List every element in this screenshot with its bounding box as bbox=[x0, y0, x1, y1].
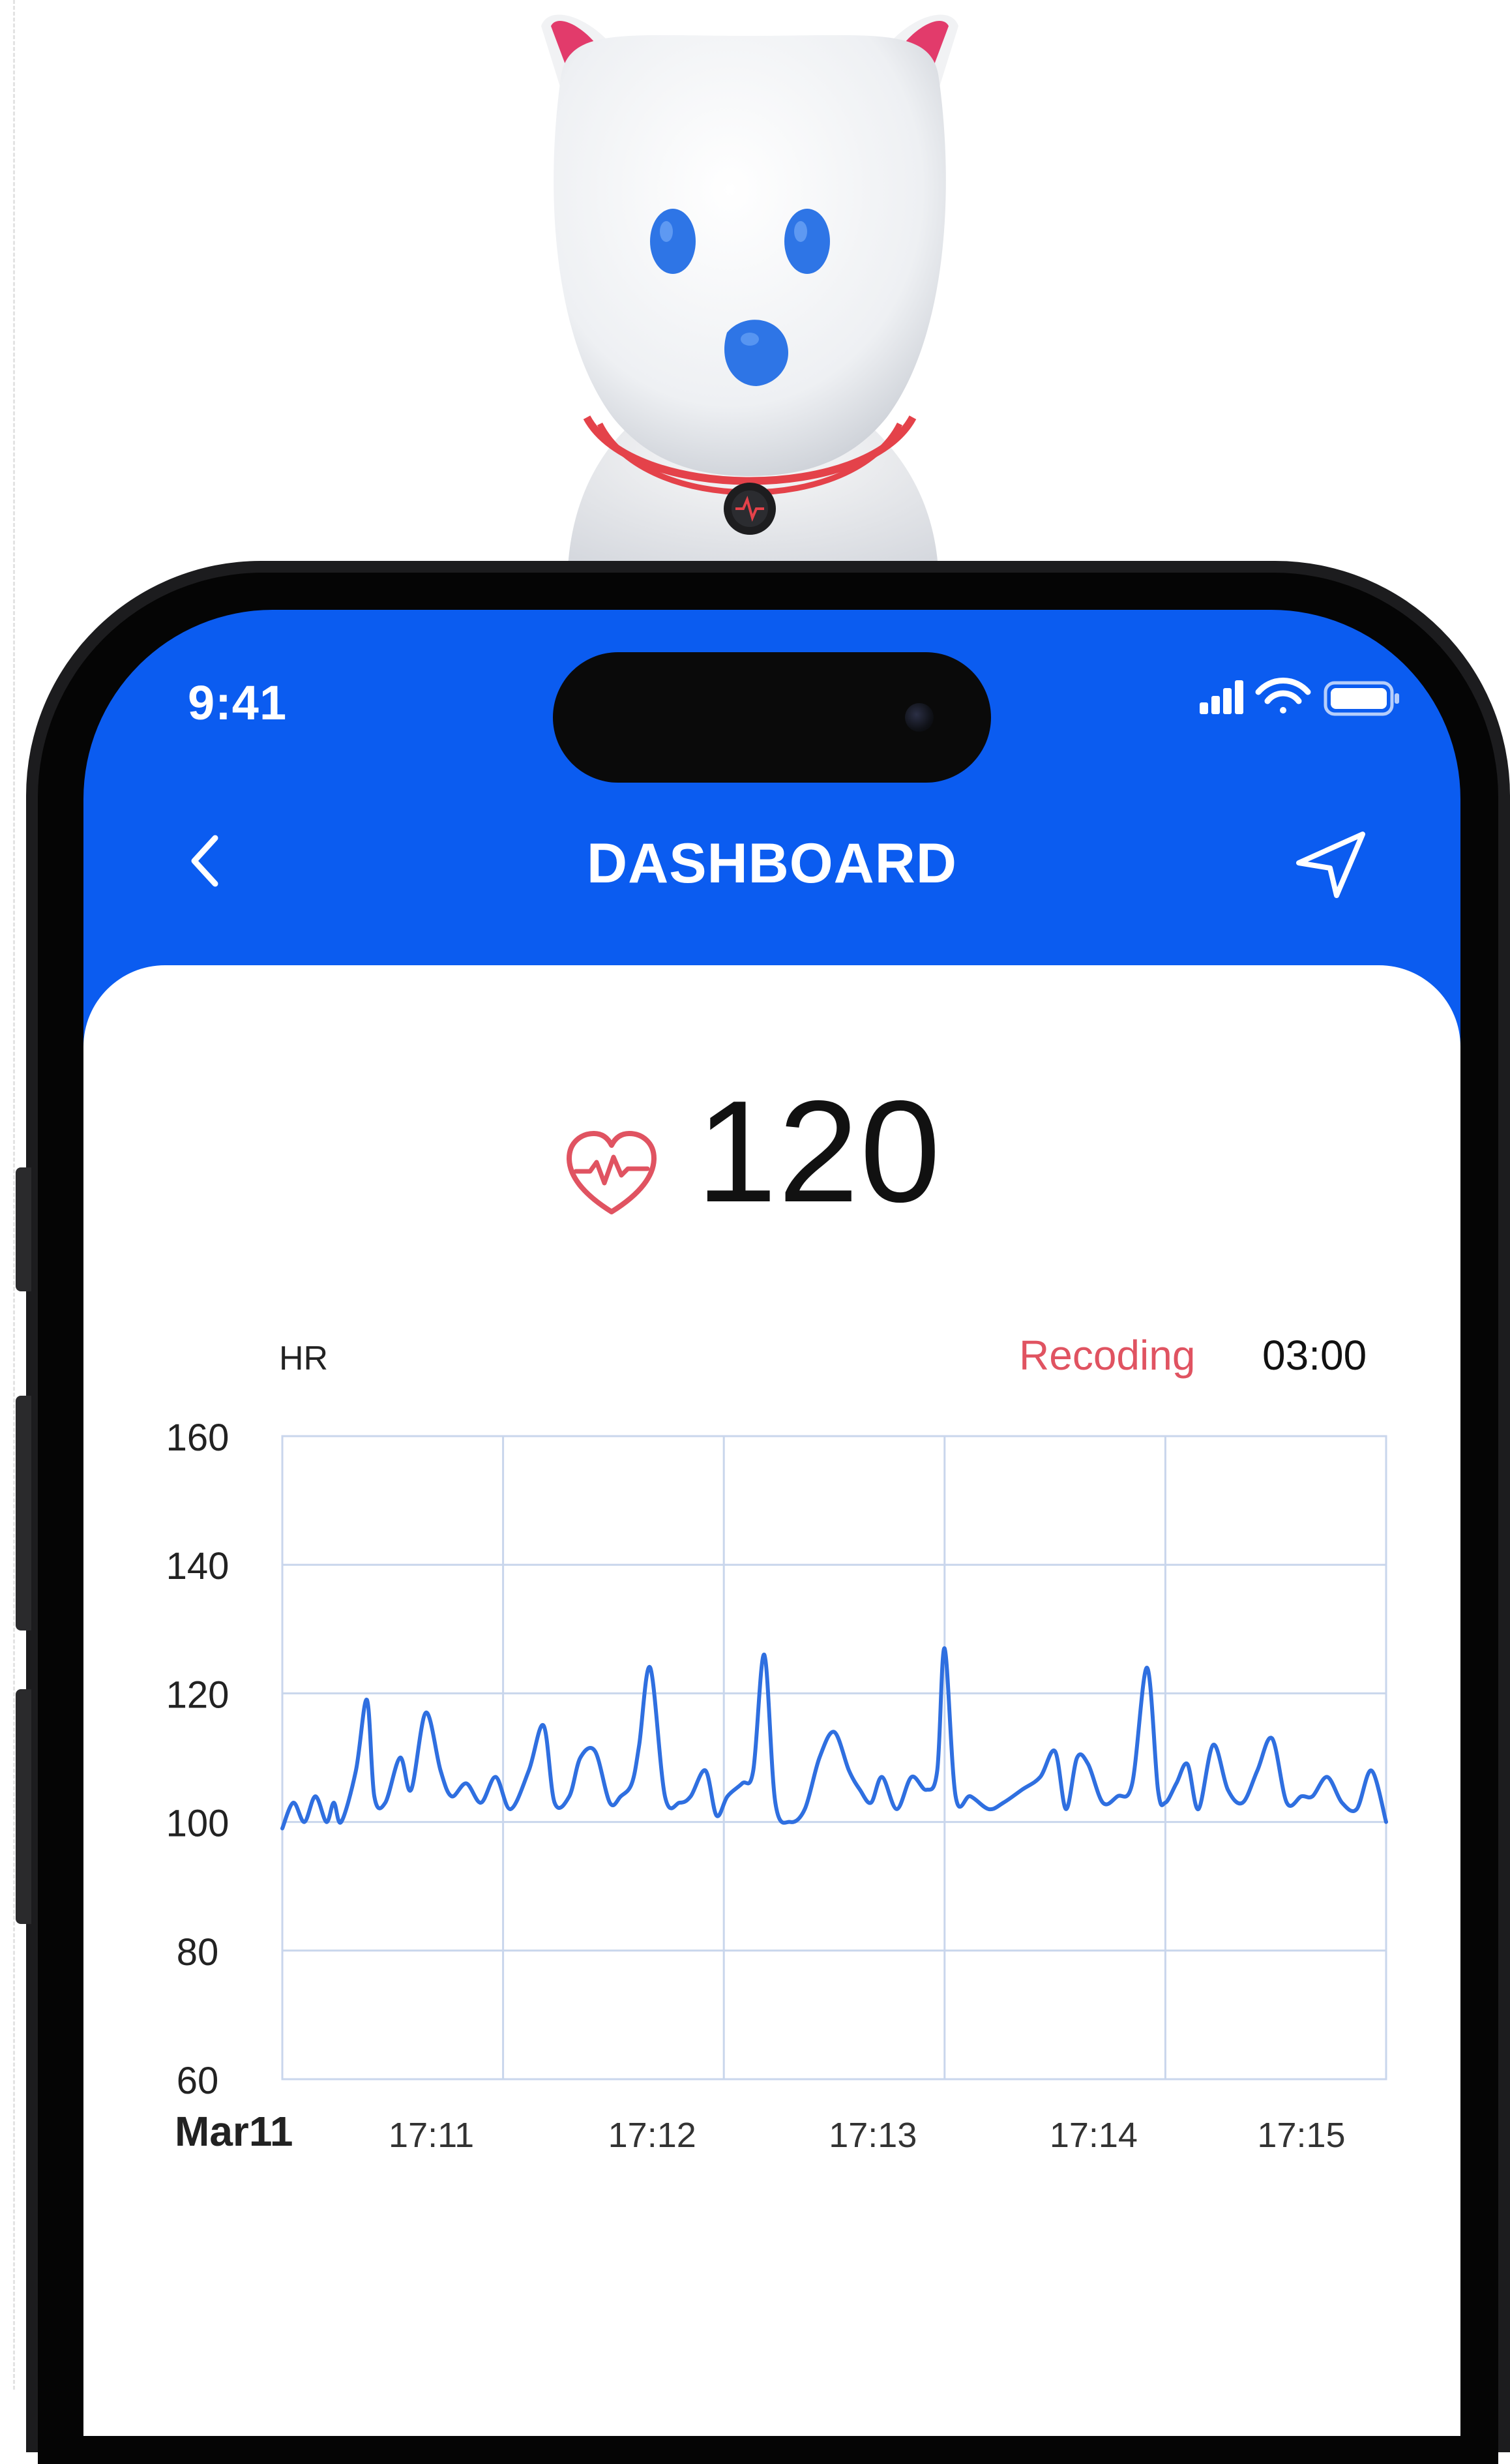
status-icons bbox=[1200, 678, 1399, 716]
x-tick-label: 17:15 bbox=[1257, 2116, 1345, 2155]
battery-icon bbox=[1324, 681, 1399, 716]
x-tick-label: 17:14 bbox=[1050, 2116, 1138, 2155]
x-tick-label: 17:11 bbox=[389, 2116, 474, 2155]
heart-rate-chart: HR Recoding 03:00 160 140 120 100 80 60 Mar11… bbox=[166, 1332, 1388, 2155]
x-tick-label: 17:12 bbox=[608, 2116, 696, 2155]
y-tick-label: 80 bbox=[177, 1931, 219, 1974]
y-tick-label: 160 bbox=[166, 1417, 229, 1459]
phone-side-button bbox=[16, 1167, 31, 1291]
y-tick-label: 100 bbox=[166, 1803, 229, 1845]
left-dashed-divider bbox=[13, 0, 15, 2390]
status-bar-time: 9:41 bbox=[188, 676, 288, 730]
phone-screen: 9:41 DASHBOARD 120 HR Recoding 03:00 160… bbox=[83, 610, 1460, 2436]
dashboard-content: 120 HR Recoding 03:00 160 140 120 100 80 60 M… bbox=[83, 965, 1460, 2436]
y-tick-label: 60 bbox=[177, 2060, 219, 2102]
chart-y-ticks: 160 140 120 100 80 60 bbox=[166, 1417, 229, 2102]
y-tick-label: 120 bbox=[166, 1674, 229, 1716]
dynamic-island bbox=[553, 652, 991, 783]
chart-date-label: Mar11 bbox=[175, 2108, 293, 2155]
send-icon bbox=[1296, 832, 1365, 898]
x-tick-label: 17:13 bbox=[829, 2116, 917, 2155]
recording-timer: 03:00 bbox=[1262, 1332, 1367, 1379]
cat-mascot-image bbox=[541, 14, 958, 587]
share-button[interactable] bbox=[1290, 825, 1374, 903]
recording-status: Recoding bbox=[1019, 1332, 1195, 1379]
hr-series-line bbox=[280, 1646, 1388, 1831]
page-title: DASHBOARD bbox=[587, 832, 957, 895]
y-tick-label: 140 bbox=[166, 1545, 229, 1587]
front-camera bbox=[905, 703, 934, 732]
wifi-icon bbox=[1255, 678, 1311, 714]
phone-side-button bbox=[16, 1689, 31, 1924]
cellular-signal-icon bbox=[1200, 680, 1243, 714]
chart-x-ticks: Mar11 17:11 17:12 17:13 17:14 17:15 bbox=[175, 2108, 1346, 2155]
chart-y-axis-label: HR bbox=[279, 1340, 328, 1377]
phone-side-button bbox=[16, 1396, 31, 1630]
